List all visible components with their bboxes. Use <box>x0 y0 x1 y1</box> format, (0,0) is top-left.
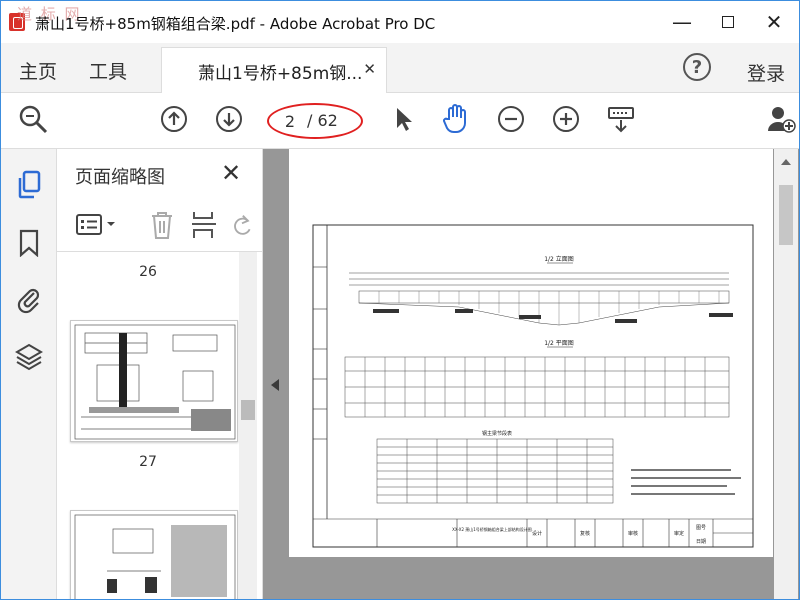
left-tool-strip <box>1 149 57 599</box>
acrobat-window: 道 标 网 萧山1号桥+85m钢箱组合梁.pdf - Adobe Acrobat… <box>0 0 800 600</box>
hand-tool-icon[interactable] <box>440 103 472 135</box>
tab-close-button[interactable]: ✕ <box>363 60 376 78</box>
page-thumbnails-panel: 页面缩略图 ✕ 26 27 <box>57 149 263 599</box>
thumbnail-page-label: 26 <box>139 264 157 280</box>
tab-document-label: 萧山1号桥+85m钢... <box>198 64 363 84</box>
next-page-icon[interactable] <box>213 103 245 135</box>
attachment-icon[interactable] <box>13 283 45 315</box>
add-user-icon[interactable] <box>765 103 797 135</box>
thumbnail-scroll-handle[interactable] <box>241 400 255 420</box>
select-cursor-icon[interactable] <box>387 103 419 135</box>
date-label: 日期 <box>696 539 706 545</box>
thumbnail-page-27[interactable] <box>70 510 238 599</box>
approver-label: 审定 <box>674 530 684 537</box>
menu-home[interactable]: 主页 <box>19 57 57 84</box>
previous-page-icon[interactable] <box>158 103 190 135</box>
maximize-icon <box>722 16 734 28</box>
zoom-search-icon[interactable] <box>17 103 49 135</box>
checker-label: 复核 <box>580 530 590 537</box>
tab-document[interactable]: 萧山1号桥+85m钢... ✕ <box>161 47 387 93</box>
page-thumbnails-icon[interactable] <box>13 169 45 201</box>
document-scrollbar[interactable] <box>774 149 798 599</box>
maximize-button[interactable] <box>705 1 751 43</box>
sheet-label: 图号 <box>696 525 706 531</box>
thumbnail-page-26[interactable] <box>70 320 238 442</box>
help-icon[interactable]: ? <box>683 53 711 81</box>
keyboard-tool-icon[interactable] <box>605 103 637 135</box>
collapse-panel-arrow[interactable] <box>271 379 279 391</box>
toolbar: / 62 <box>1 93 799 149</box>
thumbnail-scrollbar[interactable] <box>239 252 257 599</box>
insert-page-icon[interactable] <box>189 209 219 241</box>
thumbnail-options-icon[interactable] <box>75 209 119 241</box>
engineering-drawing: 1/2 立面图 1/2 平面图 钢主梁节段表 XX-X2 萧山1号桥钢箱组合梁上… <box>312 224 754 548</box>
pdf-page: 1/2 立面图 1/2 平面图 钢主梁节段表 XX-X2 萧山1号桥钢箱组合梁上… <box>289 149 773 557</box>
reviewer-label: 审核 <box>628 530 638 537</box>
zoom-in-icon[interactable] <box>550 103 582 135</box>
layers-icon[interactable] <box>13 341 45 373</box>
thumbnail-drawing-27 <box>74 514 236 599</box>
segment-table-title: 钢主梁节段表 <box>482 430 512 437</box>
scroll-up-icon[interactable] <box>781 159 791 165</box>
thumbnail-list: 26 27 <box>57 252 239 599</box>
panel-close-button[interactable]: ✕ <box>221 159 241 187</box>
login-button[interactable]: 登录 <box>747 59 785 86</box>
menu-bar: 主页 工具 <box>1 43 799 93</box>
plan-section-title: 1/2 平面图 <box>544 340 574 347</box>
document-view: 1/2 立面图 1/2 平面图 钢主梁节段表 XX-X2 萧山1号桥钢箱组合梁上… <box>263 149 799 599</box>
project-name: XX-X2 萧山1号桥钢箱组合梁上部结构设计图 <box>452 526 532 532</box>
panel-title: 页面缩略图 <box>75 167 165 188</box>
close-window-button[interactable]: ✕ <box>751 1 797 43</box>
page-number-box: / 62 <box>267 103 363 139</box>
bookmark-icon[interactable] <box>13 227 45 259</box>
total-pages: / 62 <box>307 111 338 130</box>
zoom-out-icon[interactable] <box>495 103 527 135</box>
minimize-button[interactable]: — <box>659 1 705 43</box>
menu-tools[interactable]: 工具 <box>89 57 127 84</box>
page-number-input[interactable] <box>275 111 305 131</box>
window-title: 萧山1号桥+85m钢箱组合梁.pdf - Adobe Acrobat Pro D… <box>35 15 436 33</box>
document-scroll-handle[interactable] <box>779 185 793 245</box>
designer-label: 设计 <box>532 530 542 537</box>
thumbnail-drawing-26 <box>74 324 236 440</box>
thumbnail-page-label: 27 <box>139 454 157 470</box>
delete-page-icon[interactable] <box>147 209 177 241</box>
rotate-page-icon[interactable] <box>231 209 253 241</box>
elevation-section-title: 1/2 立面图 <box>544 255 574 263</box>
title-bar: 道 标 网 萧山1号桥+85m钢箱组合梁.pdf - Adobe Acrobat… <box>1 1 799 43</box>
